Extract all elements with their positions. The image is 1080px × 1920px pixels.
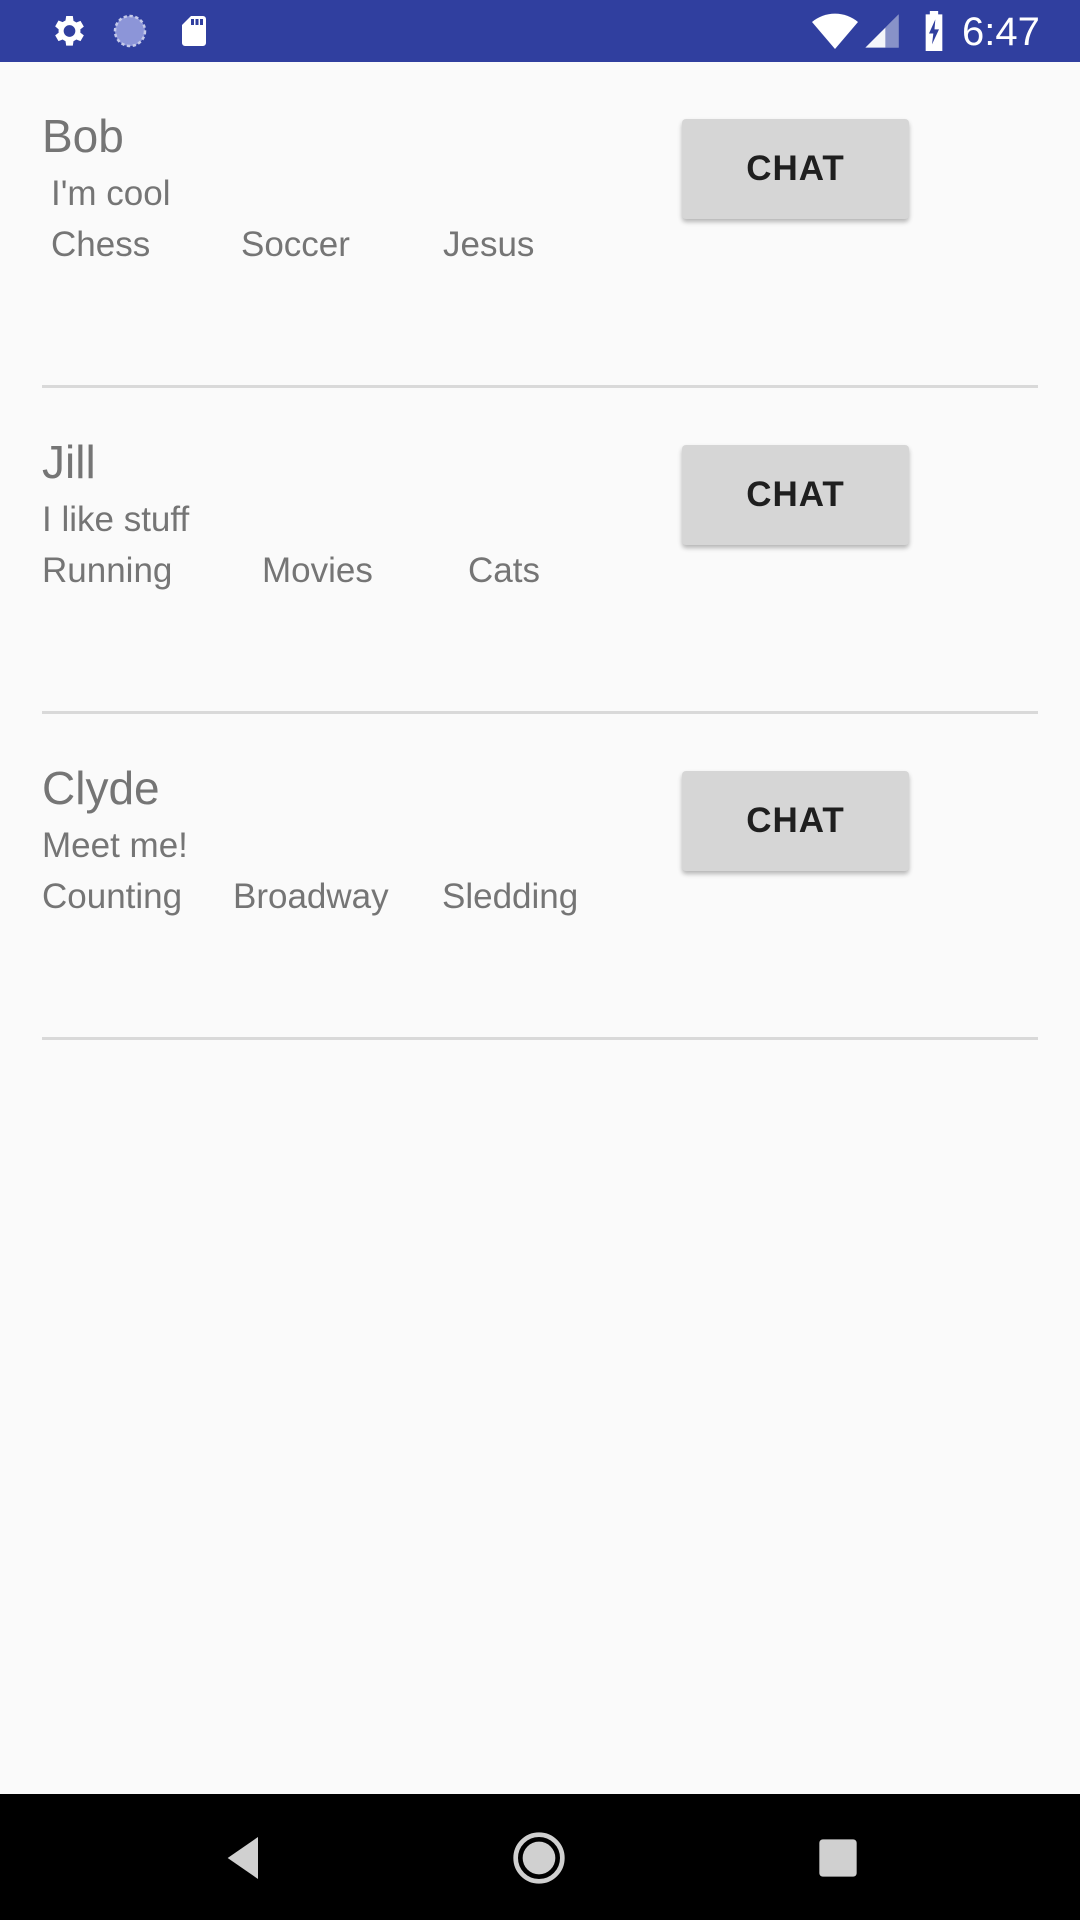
sync-icon [113,14,147,48]
chat-button[interactable]: CHAT [682,771,909,871]
divider [42,1037,1038,1040]
interest-label: Running [42,551,173,590]
interest-label: Jesus [443,225,535,264]
interest-label: Chess [51,225,151,264]
chat-button[interactable]: CHAT [682,445,909,545]
profile-name: Clyde [42,762,160,814]
interest-label: Cats [468,551,540,590]
chat-button[interactable]: CHAT [682,119,909,219]
battery-charging-icon [925,11,943,51]
profile-card: Jill I like stuff Running Movies Cats CH… [0,388,1080,714]
profile-card: Clyde Meet me! Counting Broadway Sleddin… [0,714,1080,1040]
profile-interests: Chess Soccer Jesus [51,225,611,265]
profile-interests: Running Movies Cats [42,551,602,591]
interest-label: Counting [42,877,183,916]
profile-name: Jill [42,436,96,488]
wifi-icon [812,13,858,50]
status-bar: 6:47 [0,0,1080,62]
profile-card: Bob I'm cool Chess Soccer Jesus CHAT [0,62,1080,388]
profile-bio: I like stuff [42,500,190,539]
profile-bio: Meet me! [42,826,188,865]
profile-name: Bob [42,110,124,162]
status-time: 6:47 [962,10,1040,54]
back-icon[interactable] [216,1830,272,1886]
profile-bio: I'm cool [51,174,171,213]
profile-list: Bob I'm cool Chess Soccer Jesus CHAT Jil… [0,62,1080,1040]
sd-card-icon [182,16,206,46]
interest-label: Broadway [233,877,389,916]
gear-icon [55,16,84,46]
recents-icon[interactable] [810,1830,866,1886]
interest-label: Movies [262,551,373,590]
interest-label: Soccer [241,225,350,264]
interest-label: Sledding [442,877,579,916]
home-icon[interactable] [511,1830,567,1886]
navigation-bar [0,1794,1080,1920]
profile-interests: Counting Broadway Sledding [42,877,602,917]
signal-icon [865,14,899,48]
